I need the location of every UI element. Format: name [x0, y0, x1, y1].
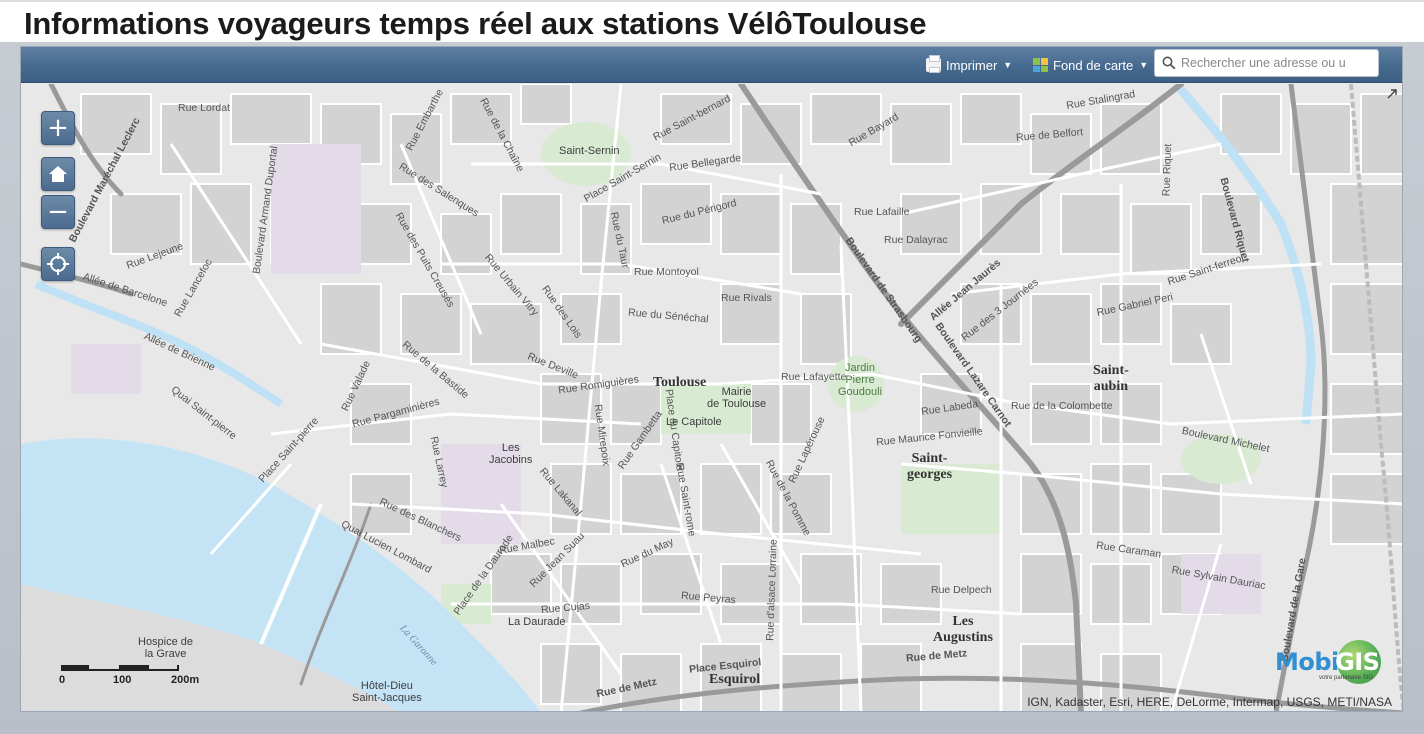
home-icon [49, 166, 67, 182]
poi-label: La Daurade [508, 616, 566, 628]
place-label-line: Saint- [1093, 363, 1129, 378]
scale-segment [61, 665, 89, 669]
scale-tick-label: 0 [59, 674, 66, 686]
poi-label-line: Hôtel-Dieu [360, 680, 413, 692]
basemap-grid-icon [1033, 58, 1048, 72]
poi-label-line: Les [501, 442, 520, 454]
place-label: Esquirol [709, 672, 761, 687]
print-label: Imprimer [946, 57, 998, 73]
poi-label-line: Saint-Jacques [352, 692, 422, 704]
expand-icon[interactable] [1386, 88, 1398, 100]
place-label: Les Augustins [933, 614, 993, 646]
mobigis-logo: Mobi GIS votre partenaire SIG [1275, 640, 1387, 686]
home-button[interactable] [41, 157, 75, 191]
poi-label: Hôtel-Dieu Saint-Jacques [352, 680, 422, 704]
poi-label: Saint-Sernin [559, 145, 620, 157]
logo-text-right: GIS [1335, 648, 1380, 676]
logo-text-left: Mobi [1275, 648, 1339, 676]
poi-label-line: de Toulouse [707, 398, 767, 410]
basemap-button[interactable]: Fond de carte ▼ [1033, 55, 1148, 75]
street-label: Rue Dalayrac [884, 234, 948, 246]
basemap-label: Fond de carte [1053, 57, 1134, 73]
print-button[interactable]: Imprimer ▼ [926, 55, 1012, 75]
street-label: Rue Lordat [178, 102, 230, 114]
zoom-in-button[interactable]: + [41, 111, 75, 145]
poi-label-line: Jacobins [489, 454, 533, 466]
place-label-line: Saint- [911, 451, 948, 466]
scale-tick-label: 100 [113, 674, 132, 686]
poi-label-line: Mairie [721, 386, 752, 398]
page-title: Informations voyageurs temps réel aux st… [24, 6, 927, 41]
poi-label-line: Hospice de [138, 636, 194, 648]
locate-icon [47, 253, 69, 275]
street-label: Rue de la Colombette [1011, 400, 1113, 412]
street-label: Rue Delpech [931, 584, 992, 596]
search-icon[interactable] [1162, 56, 1176, 70]
top-rule [0, 0, 1424, 2]
poi-label: Hospice de la Grave [138, 636, 193, 660]
street-label: Rue Montoyol [634, 266, 699, 278]
place-label-line: aubin [1093, 379, 1129, 394]
search-box [1154, 49, 1379, 77]
logo-subtitle: votre partenaire SIG [1319, 675, 1374, 681]
map-toolbar: Imprimer ▼ Fond de carte ▼ [21, 47, 1402, 83]
place-label: Saint- georges [907, 451, 952, 483]
street-label: Rue Lafaille [854, 206, 910, 218]
place-label-line: georges [907, 467, 953, 482]
map-canvas[interactable]: Toulouse Saint- aubin Saint- georges Les… [21, 84, 1402, 711]
chevron-down-icon: ▼ [1003, 60, 1013, 70]
place-label-line: Les [952, 614, 974, 629]
street-label: Rue Lafayette [781, 371, 847, 383]
place-label: Saint- aubin [1093, 363, 1129, 395]
printer-icon [926, 55, 941, 73]
poi-label-line: la Grave [144, 648, 187, 660]
place-label-line: Augustins [933, 630, 993, 645]
poi-label-line: Goudouli [838, 386, 883, 398]
locate-button[interactable] [41, 247, 75, 281]
chevron-down-icon: ▼ [1139, 60, 1149, 70]
place-label: Toulouse [653, 375, 707, 390]
street-label: Rue Riquet [1160, 143, 1175, 197]
map-frame: Imprimer ▼ Fond de carte ▼ Rechercher un… [20, 46, 1403, 712]
zoom-out-button[interactable]: − [41, 195, 75, 229]
map-attribution: IGN, Kadaster, Esri, HERE, DeLorme, Inte… [1027, 695, 1392, 709]
poi-label: Les Jacobins [489, 442, 532, 466]
scale-tick-label: 200m [171, 674, 200, 686]
poi-label: Mairie de Toulouse [707, 386, 766, 410]
street-label: Rue Rivals [721, 292, 772, 304]
scale-segment [119, 665, 149, 669]
search-input[interactable] [1181, 56, 1371, 70]
